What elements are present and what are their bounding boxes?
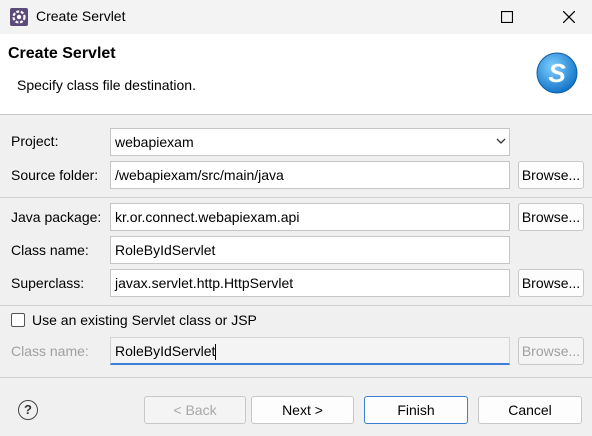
app-gear-icon [10, 8, 28, 26]
chevron-down-icon [496, 138, 506, 144]
java-package-browse-button[interactable]: Browse... [518, 203, 584, 231]
servlet-logo-icon: S [536, 52, 578, 94]
java-package-label: Java package: [11, 209, 102, 225]
superclass-label: Superclass: [11, 275, 85, 291]
window-title: Create Servlet [36, 8, 126, 24]
project-label: Project: [11, 133, 59, 149]
maximize-button[interactable] [484, 0, 530, 34]
text-cursor [215, 344, 217, 361]
banner-title: Create Servlet [8, 45, 116, 62]
divider [0, 305, 592, 306]
close-icon [563, 11, 575, 23]
class-name-label: Class name: [11, 242, 89, 258]
source-folder-browse-button[interactable]: Browse... [518, 161, 584, 189]
existing-class-name-label: Class name: [11, 343, 89, 359]
divider [0, 197, 592, 198]
next-button[interactable]: Next > [251, 396, 354, 424]
divider [0, 377, 592, 378]
finish-button[interactable]: Finish [364, 396, 468, 424]
existing-class-browse-button[interactable]: Browse... [518, 337, 584, 365]
project-select[interactable]: webapiexam [110, 128, 510, 156]
close-button[interactable] [546, 0, 592, 34]
project-value: webapiexam [115, 134, 194, 150]
back-button[interactable]: < Back [144, 396, 246, 424]
use-existing-checkbox[interactable] [11, 313, 25, 327]
existing-class-name-value: RoleByIdServlet [115, 343, 216, 359]
superclass-input[interactable]: javax.servlet.http.HttpServlet [110, 269, 510, 297]
class-name-input[interactable]: RoleByIdServlet [110, 236, 510, 264]
source-folder-label: Source folder: [11, 167, 99, 183]
logo-letter: S [548, 58, 566, 88]
source-folder-input[interactable]: /webapiexam/src/main/java [110, 161, 510, 189]
banner-subtitle: Specify class file destination. [17, 77, 196, 93]
help-icon[interactable]: ? [18, 400, 38, 420]
maximize-icon [501, 11, 513, 23]
existing-class-name-input[interactable]: RoleByIdServlet [110, 337, 510, 365]
superclass-browse-button[interactable]: Browse... [518, 269, 584, 297]
use-existing-label: Use an existing Servlet class or JSP [32, 312, 257, 328]
java-package-input[interactable]: kr.or.connect.webapiexam.api [110, 203, 510, 231]
cancel-button[interactable]: Cancel [478, 396, 582, 424]
